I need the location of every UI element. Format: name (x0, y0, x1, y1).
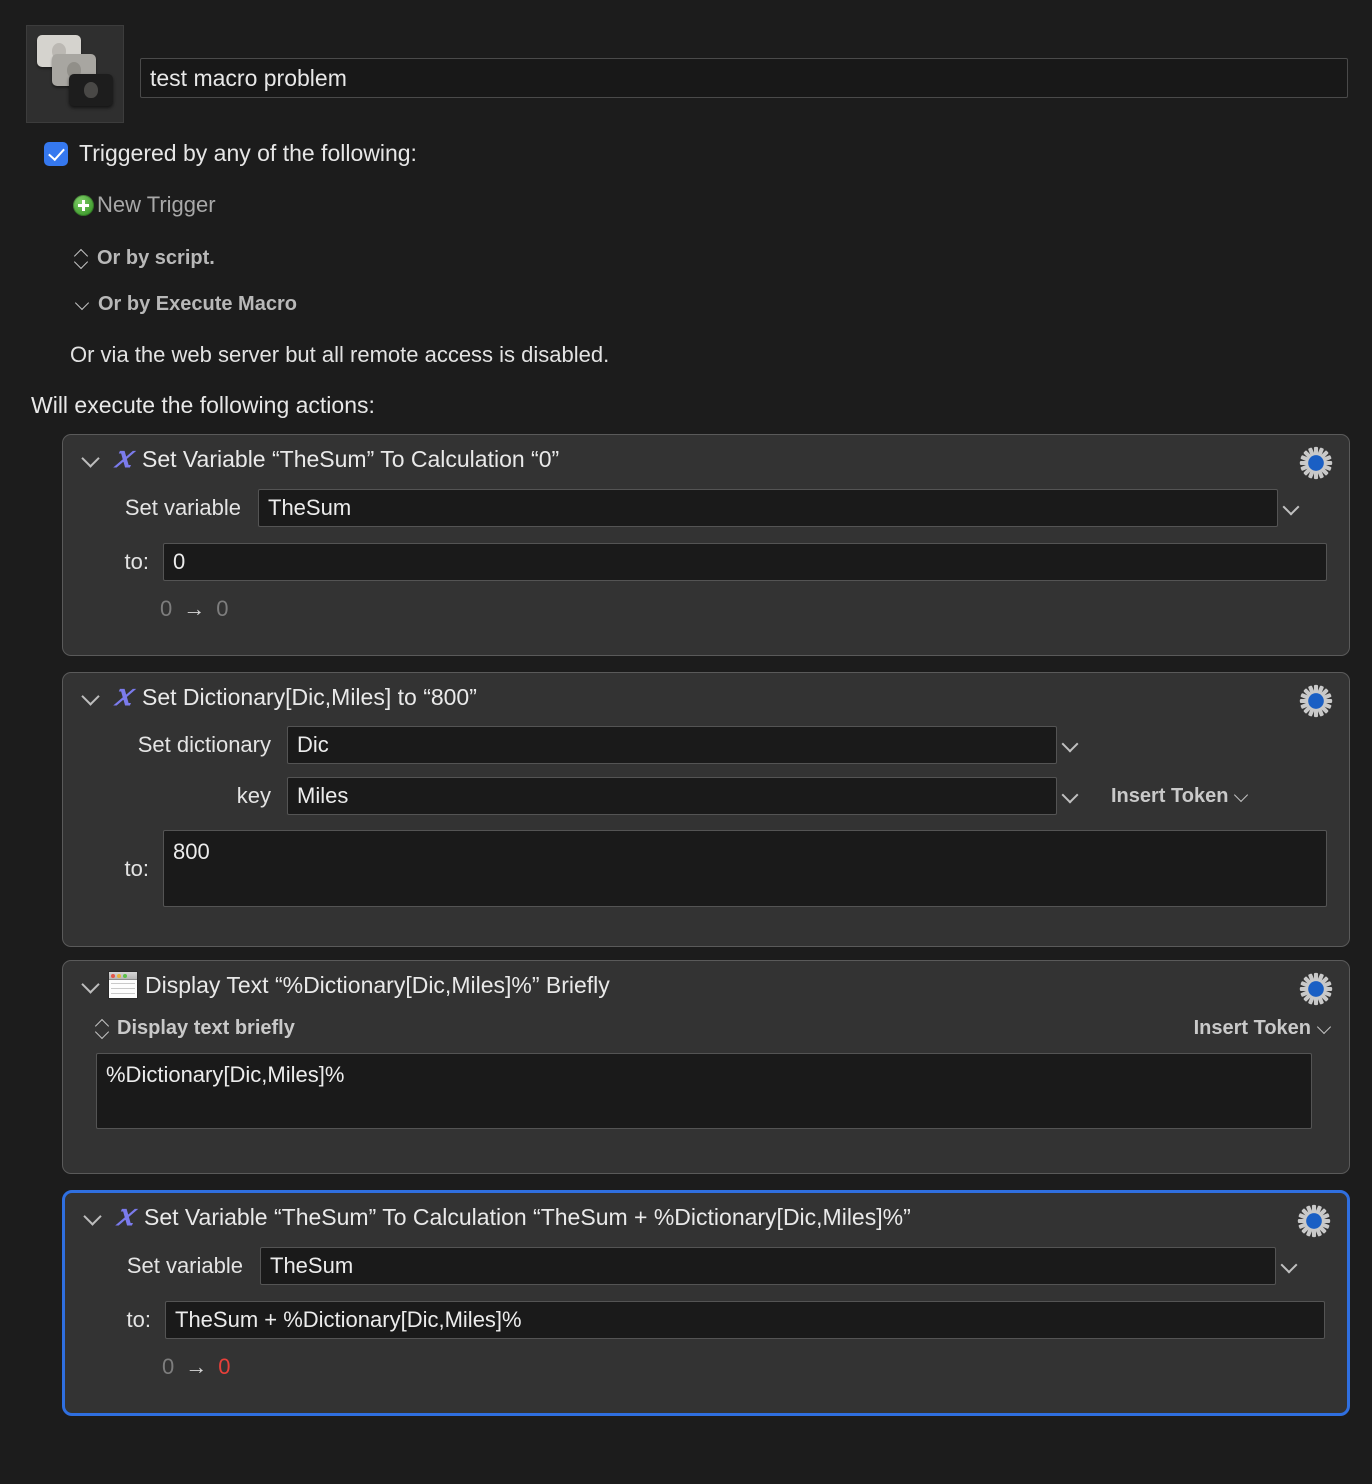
web-server-note: Or via the web server but all remote acc… (70, 342, 610, 367)
insert-token-button[interactable]: Insert Token (1194, 1017, 1331, 1040)
result-after: 0 (216, 596, 229, 621)
chevron-down-icon[interactable] (81, 974, 103, 996)
calculation-x-icon: 𝑥 (114, 439, 132, 475)
set-variable-label: Set variable (124, 495, 241, 520)
chevron-down-icon (1318, 1022, 1331, 1035)
action-header[interactable]: Display Text “%Dictionary[Dic,Miles]%” B… (63, 961, 1349, 1009)
display-text-input[interactable]: %Dictionary[Dic,Miles]% (96, 1053, 1312, 1129)
action-header[interactable]: 𝑥 Set Variable “TheSum” To Calculation “… (63, 435, 1349, 483)
chevron-down-icon (76, 298, 89, 311)
new-trigger-label: New Trigger (97, 192, 216, 217)
triggered-by-label: Triggered by any of the following: (79, 140, 417, 166)
or-by-execute-macro-row[interactable]: Or by Execute Macro (76, 293, 297, 316)
action-title: Set Dictionary[Dic,Miles] to “800” (142, 683, 477, 710)
macro-header: test macro problem (0, 0, 1372, 130)
dictionary-key-input[interactable]: Miles (287, 777, 1057, 815)
to-label: to: (124, 856, 149, 881)
key-label: key (236, 783, 271, 808)
calculation-input[interactable]: 0 (163, 543, 1327, 581)
chevron-down-icon[interactable] (83, 1206, 105, 1228)
dictionary-dropdown-chevron-icon[interactable] (1057, 735, 1083, 755)
set-dictionary-label: Set dictionary (137, 732, 271, 757)
or-by-script-row[interactable]: Or by script. (76, 247, 215, 270)
action-card-display-text[interactable]: Display Text “%Dictionary[Dic,Miles]%” B… (62, 960, 1350, 1174)
set-variable-label: Set variable (126, 1253, 243, 1278)
result-before: 0 (160, 596, 173, 621)
dictionary-value-input[interactable]: 800 (163, 830, 1327, 907)
to-label: to: (124, 549, 149, 574)
or-by-execute-macro-label: Or by Execute Macro (98, 293, 297, 315)
insert-token-label: Insert Token (1111, 784, 1229, 807)
variable-name-input[interactable]: TheSum (260, 1247, 1276, 1285)
to-label: to: (126, 1307, 151, 1332)
display-window-icon (108, 971, 138, 999)
action-header[interactable]: 𝑥 Set Variable “TheSum” To Calculation “… (65, 1193, 1347, 1241)
variable-name-input[interactable]: TheSum (258, 489, 1278, 527)
macro-keycaps-icon[interactable] (26, 25, 124, 123)
triggered-by-checkbox[interactable] (44, 141, 68, 166)
calculation-input[interactable]: TheSum + %Dictionary[Dic,Miles]% (165, 1301, 1325, 1339)
chevron-down-icon[interactable] (81, 686, 103, 708)
calculation-x-icon: 𝑥 (114, 677, 132, 713)
gear-icon[interactable] (1299, 684, 1333, 718)
up-down-chevrons-icon[interactable] (97, 1019, 109, 1039)
action-title: Set Variable “TheSum” To Calculation “Th… (144, 1203, 911, 1230)
macro-editor-pane: test macro problem Triggered by any of t… (0, 0, 1372, 1484)
up-down-chevrons-icon (76, 249, 88, 269)
action-card-set-dictionary[interactable]: 𝑥 Set Dictionary[Dic,Miles] to “800” Set… (62, 672, 1350, 947)
action-card-set-variable-thesum-zero[interactable]: 𝑥 Set Variable “TheSum” To Calculation “… (62, 434, 1350, 656)
variable-dropdown-chevron-icon[interactable] (1276, 1256, 1302, 1276)
result-arrow-icon: → (183, 596, 206, 621)
plus-circle-icon (73, 194, 94, 216)
action-title: Display Text “%Dictionary[Dic,Miles]%” B… (145, 971, 610, 998)
triggered-by-row[interactable]: Triggered by any of the following: (44, 140, 417, 167)
variable-dropdown-chevron-icon[interactable] (1278, 498, 1304, 518)
result-after-error: 0 (218, 1354, 231, 1379)
gear-icon[interactable] (1299, 972, 1333, 1006)
macro-name-input[interactable]: test macro problem (140, 58, 1348, 98)
dictionary-name-input[interactable]: Dic (287, 726, 1057, 764)
or-by-script-label: Or by script. (97, 247, 215, 269)
insert-token-button[interactable]: Insert Token (1111, 785, 1248, 808)
chevron-down-icon[interactable] (81, 448, 103, 470)
key-dropdown-chevron-icon[interactable] (1057, 786, 1083, 806)
action-result-preview: 0 → 0 (65, 1354, 1347, 1380)
gear-icon[interactable] (1297, 1204, 1331, 1238)
action-result-preview: 0 → 0 (63, 596, 1349, 622)
display-mode-label: Display text briefly (117, 1017, 295, 1039)
calculation-x-icon: 𝑥 (116, 1197, 134, 1233)
new-trigger-button[interactable]: New Trigger (73, 192, 216, 218)
action-title: Set Variable “TheSum” To Calculation “0” (142, 445, 560, 472)
chevron-down-icon (1235, 790, 1248, 803)
result-arrow-icon: → (185, 1354, 208, 1379)
actions-intro-label: Will execute the following actions: (31, 392, 375, 418)
insert-token-label: Insert Token (1193, 1017, 1311, 1039)
action-card-set-variable-thesum-sum[interactable]: 𝑥 Set Variable “TheSum” To Calculation “… (62, 1190, 1350, 1416)
action-header[interactable]: 𝑥 Set Dictionary[Dic,Miles] to “800” (63, 673, 1349, 721)
gear-icon[interactable] (1299, 446, 1333, 480)
result-before: 0 (162, 1354, 175, 1379)
